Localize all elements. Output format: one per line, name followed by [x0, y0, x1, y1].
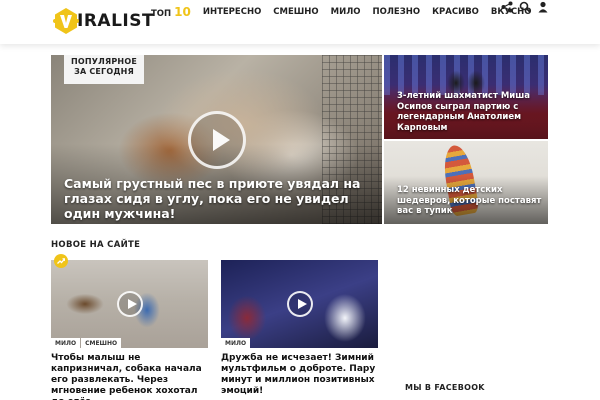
facebook-heading: МЫ В FACEBOOK	[405, 383, 485, 392]
nav-item-interesting[interactable]: ИНТЕРЕСНО	[203, 7, 261, 17]
side-article-chess[interactable]: 3-летний шахматист Миша Осипов сыграл па…	[384, 55, 548, 139]
side-article-kids-drawings[interactable]: 12 невинных детских шедевров, которые по…	[384, 141, 548, 224]
nav-item-beautiful[interactable]: КРАСИВО	[432, 7, 479, 17]
side-article-title[interactable]: 3-летний шахматист Миша Осипов сыграл па…	[397, 91, 542, 133]
main-nav: ТОП 10 ИНТЕРЕСНО СМЕШНО МИЛО ПОЛЕЗНО КРА…	[151, 0, 543, 24]
popular-today-badge: ПОПУЛЯРНОЕ ЗА СЕГОДНЯ	[64, 55, 144, 84]
article-thumbnail[interactable]: МИЛО	[221, 260, 378, 348]
search-icon[interactable]	[518, 0, 532, 14]
new-on-site-heading: НОВОЕ НА САЙТЕ	[51, 240, 141, 250]
nav-item-funny[interactable]: СМЕШНО	[273, 7, 318, 17]
logo-hexagon-icon	[51, 6, 81, 36]
hero-title[interactable]: Самый грустный пес в приюте увядал на гл…	[64, 176, 369, 221]
logo-text: IRALIST	[77, 11, 155, 31]
nav-top-label: ТОП	[151, 9, 172, 19]
popular-badge-line1: ПОПУЛЯРНОЕ	[71, 57, 137, 66]
hero-play-icon[interactable]	[188, 111, 246, 169]
play-icon[interactable]	[117, 291, 143, 317]
article-title[interactable]: Чтобы малыш не капризничал, собака начал…	[51, 353, 208, 400]
article-card[interactable]: МИЛО СМЕШНО Чтобы малыш не капризничал, …	[51, 260, 208, 400]
share-icon[interactable]	[500, 0, 514, 14]
nav-item-useful[interactable]: ПОЛЕЗНО	[373, 7, 421, 17]
header-icons	[496, 0, 550, 14]
tag-funny[interactable]: СМЕШНО	[81, 338, 122, 348]
tag-cute[interactable]: МИЛО	[221, 338, 251, 348]
play-icon[interactable]	[287, 291, 313, 317]
nav-item-top10[interactable]: ТОП 10	[151, 5, 191, 19]
side-article-title[interactable]: 12 невинных детских шедевров, которые по…	[397, 185, 542, 217]
popular-badge-line2: ЗА СЕГОДНЯ	[74, 67, 134, 76]
article-thumbnail[interactable]: МИЛО СМЕШНО	[51, 260, 208, 348]
site-logo[interactable]: IRALIST	[51, 6, 154, 36]
nav-item-cute[interactable]: МИЛО	[331, 7, 361, 17]
nav-top-number: 10	[174, 5, 191, 19]
article-title[interactable]: Дружба не исчезает! Зимний мультфильм о …	[221, 353, 378, 397]
tag-cute[interactable]: МИЛО	[51, 338, 81, 348]
site-header: IRALIST ТОП 10 ИНТЕРЕСНО СМЕШНО МИЛО ПОЛ…	[0, 0, 600, 44]
trending-icon	[54, 254, 68, 268]
article-tags: МИЛО СМЕШНО	[51, 338, 122, 348]
hero-article[interactable]: ПОПУЛЯРНОЕ ЗА СЕГОДНЯ Самый грустный пес…	[51, 55, 382, 224]
article-tags: МИЛО	[221, 338, 251, 348]
user-icon[interactable]	[536, 0, 550, 14]
article-card[interactable]: МИЛО Дружба не исчезает! Зимний мультфил…	[221, 260, 378, 397]
